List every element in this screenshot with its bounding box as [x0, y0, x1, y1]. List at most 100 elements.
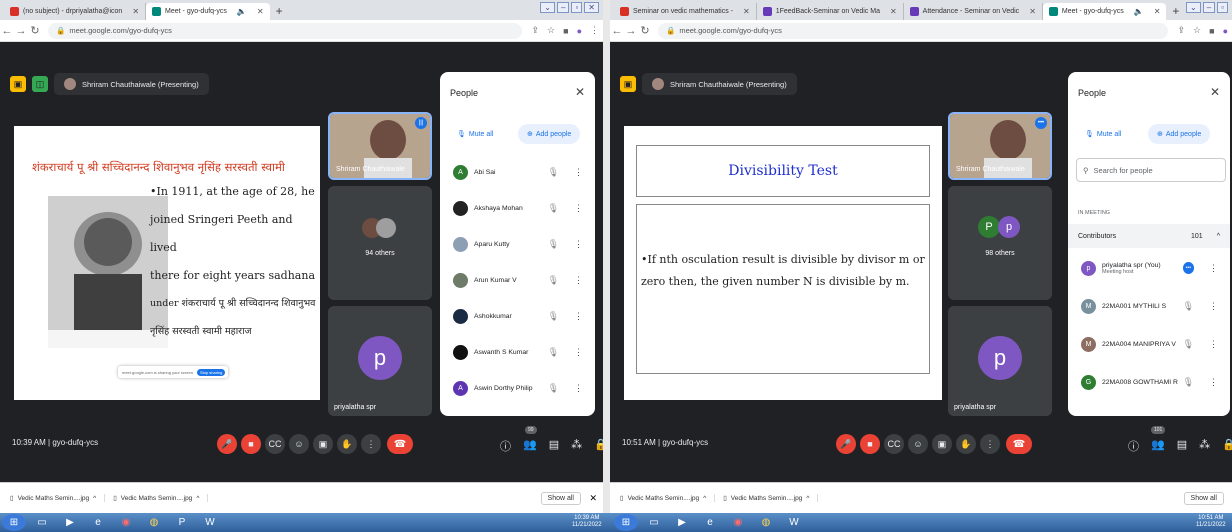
minimize-button[interactable]: –: [1202, 2, 1216, 13]
emoji-button[interactable]: ☺: [289, 434, 309, 454]
more-vert-icon[interactable]: ⋮: [574, 311, 583, 322]
present-button[interactable]: ▣: [932, 434, 952, 454]
mic-off-icon[interactable]: 🎙: [548, 239, 559, 250]
profile-icon[interactable]: ●: [573, 26, 586, 36]
participant-row[interactable]: A Aswin Dorthy Philip 🎙 ⋮: [440, 374, 595, 402]
show-all-button[interactable]: Show all: [1183, 491, 1224, 505]
people-icon[interactable]: 👥 101: [1151, 426, 1166, 454]
mic-off-icon[interactable]: 🎙: [548, 347, 559, 358]
new-tab-button[interactable]: +: [270, 3, 289, 20]
raise-hand-button[interactable]: ✋: [337, 434, 357, 454]
mic-off-icon[interactable]: 🎙: [1183, 339, 1194, 350]
more-vert-icon[interactable]: ⋮: [574, 203, 583, 214]
people-icon[interactable]: 👥 99: [523, 426, 537, 454]
reload-icon[interactable]: ↻: [28, 24, 42, 37]
captions-button[interactable]: CC: [884, 434, 904, 454]
contributors-header[interactable]: Contributors 101 ^: [1068, 224, 1230, 248]
mic-off-icon[interactable]: 🎙: [548, 311, 559, 322]
activities-icon[interactable]: ⁂: [1199, 438, 1210, 454]
ie-icon[interactable]: e: [86, 514, 110, 531]
download-item[interactable]: ▯ Vedic Maths Semin....jpg ^: [113, 494, 209, 502]
end-call-button[interactable]: ☎: [1006, 434, 1032, 454]
participant-row[interactable]: M 22MA004 MANIPRIYA V 🎙 ⋮: [1068, 330, 1230, 358]
presentation-icon[interactable]: ▣: [10, 76, 26, 92]
lock-icon[interactable]: 🔒: [1222, 438, 1232, 454]
show-all-button[interactable]: Show all: [540, 491, 581, 505]
participant-row[interactable]: Ashokkumar 🎙 ⋮: [440, 302, 595, 330]
more-vert-icon[interactable]: ⋮: [574, 347, 583, 358]
chrome-icon[interactable]: ◍: [754, 514, 778, 531]
ie-icon[interactable]: e: [698, 514, 722, 531]
tab-gmail[interactable]: (no subject) - drpriyalatha@icon ✕: [4, 3, 147, 20]
info-icon[interactable]: ⓘ: [500, 438, 511, 454]
presentation-icon[interactable]: ▣: [620, 76, 636, 92]
profile-icon[interactable]: ●: [1219, 26, 1232, 36]
close-tab-icon[interactable]: ✕: [890, 7, 897, 16]
close-icon[interactable]: ✕: [575, 85, 585, 99]
captions-button[interactable]: CC: [265, 434, 285, 454]
dropdown-icon[interactable]: ⌄: [1186, 2, 1201, 13]
mute-all-button[interactable]: 🎙 Mute all: [448, 124, 503, 144]
participant-row[interactable]: Aswanth S Kumar 🎙 ⋮: [440, 338, 595, 366]
chevron-up-icon[interactable]: ^: [1217, 233, 1220, 240]
chevron-up-icon[interactable]: ^: [196, 495, 199, 502]
more-vert-icon[interactable]: ⋮: [574, 275, 583, 286]
more-options-button[interactable]: ⋮: [980, 434, 1000, 454]
bookmark-star-icon[interactable]: ☆: [543, 25, 559, 36]
present-button[interactable]: ▣: [313, 434, 333, 454]
mic-off-icon[interactable]: 🎙: [1183, 301, 1194, 312]
chrome-icon[interactable]: ◍: [142, 514, 166, 531]
mic-off-icon[interactable]: 🎙: [548, 203, 559, 214]
more-vert-icon[interactable]: ⋮: [1209, 263, 1218, 274]
download-item[interactable]: ▯ Vedic Maths Semin....jpg ^: [723, 494, 819, 502]
raise-hand-button[interactable]: ✋: [956, 434, 976, 454]
close-tab-icon[interactable]: ✕: [1154, 7, 1161, 16]
explorer-icon[interactable]: ▭: [30, 514, 54, 531]
chevron-up-icon[interactable]: ^: [806, 495, 809, 502]
minimize-button[interactable]: –: [557, 2, 570, 13]
lock-icon[interactable]: 🔒: [594, 438, 603, 454]
back-icon[interactable]: ←: [0, 25, 14, 37]
self-tile[interactable]: p priyalatha spr: [328, 306, 432, 416]
mic-off-icon[interactable]: 🎙: [548, 275, 559, 286]
media-player-icon[interactable]: ▶: [670, 514, 694, 531]
self-tile[interactable]: p priyalatha spr: [948, 306, 1052, 416]
more-vert-icon[interactable]: ⋮: [1209, 377, 1218, 388]
mic-toggle[interactable]: 🎤: [217, 434, 237, 454]
mic-off-icon[interactable]: 🎙: [1183, 377, 1194, 388]
speaker-tile[interactable]: Shriram Chauthaiwale |||: [328, 112, 432, 180]
dropdown-icon[interactable]: ⌄: [540, 2, 555, 13]
others-tile[interactable]: P p 98 others: [948, 186, 1052, 300]
close-tab-icon[interactable]: ✕: [743, 7, 750, 16]
participant-row[interactable]: A Abi Sai 🎙 ⋮: [440, 158, 595, 186]
camera-toggle[interactable]: ■: [241, 434, 261, 454]
add-people-button[interactable]: ⊕ Add people: [518, 124, 581, 144]
tab-meet[interactable]: Meet - gyo-dufq-ycs 🔈 ✕: [146, 3, 270, 20]
camera-toggle[interactable]: ■: [860, 434, 880, 454]
activities-icon[interactable]: ⁂: [571, 438, 582, 454]
end-call-button[interactable]: ☎: [387, 434, 413, 454]
more-options-button[interactable]: ⋮: [361, 434, 381, 454]
forward-icon[interactable]: →: [624, 25, 638, 37]
search-people-input[interactable]: ⚲ Search for people: [1076, 158, 1226, 182]
more-vert-icon[interactable]: ⋮: [574, 239, 583, 250]
word-icon[interactable]: W: [782, 514, 806, 531]
share-icon[interactable]: ⇪: [528, 25, 544, 36]
participant-row[interactable]: G 22MA008 GOWTHAMI R 🎙 ⋮: [1068, 368, 1230, 396]
participant-row[interactable]: Akshaya Mohan 🎙 ⋮: [440, 194, 595, 222]
download-item[interactable]: ▯ Vedic Maths Semin....jpg ^: [620, 494, 716, 502]
emoji-button[interactable]: ☺: [908, 434, 928, 454]
bookmark-star-icon[interactable]: ☆: [1189, 25, 1205, 36]
info-icon[interactable]: ⓘ: [1128, 438, 1139, 454]
mic-toggle[interactable]: 🎤: [836, 434, 856, 454]
add-people-button[interactable]: ⊕ Add people: [1148, 124, 1211, 144]
more-vert-icon[interactable]: ⋮: [1209, 301, 1218, 312]
close-tab-icon[interactable]: ✕: [257, 7, 264, 16]
chat-icon[interactable]: ▤: [549, 438, 559, 454]
participant-row[interactable]: Aparu Kutty 🎙 ⋮: [440, 230, 595, 258]
word-icon[interactable]: W: [198, 514, 222, 531]
start-button[interactable]: ⊞: [2, 514, 26, 531]
more-options-icon[interactable]: •••: [1035, 117, 1047, 129]
close-icon[interactable]: ✕: [589, 493, 597, 504]
tab-meet[interactable]: Meet - gyo-dufq-ycs 🔈 ✕: [1042, 3, 1167, 20]
